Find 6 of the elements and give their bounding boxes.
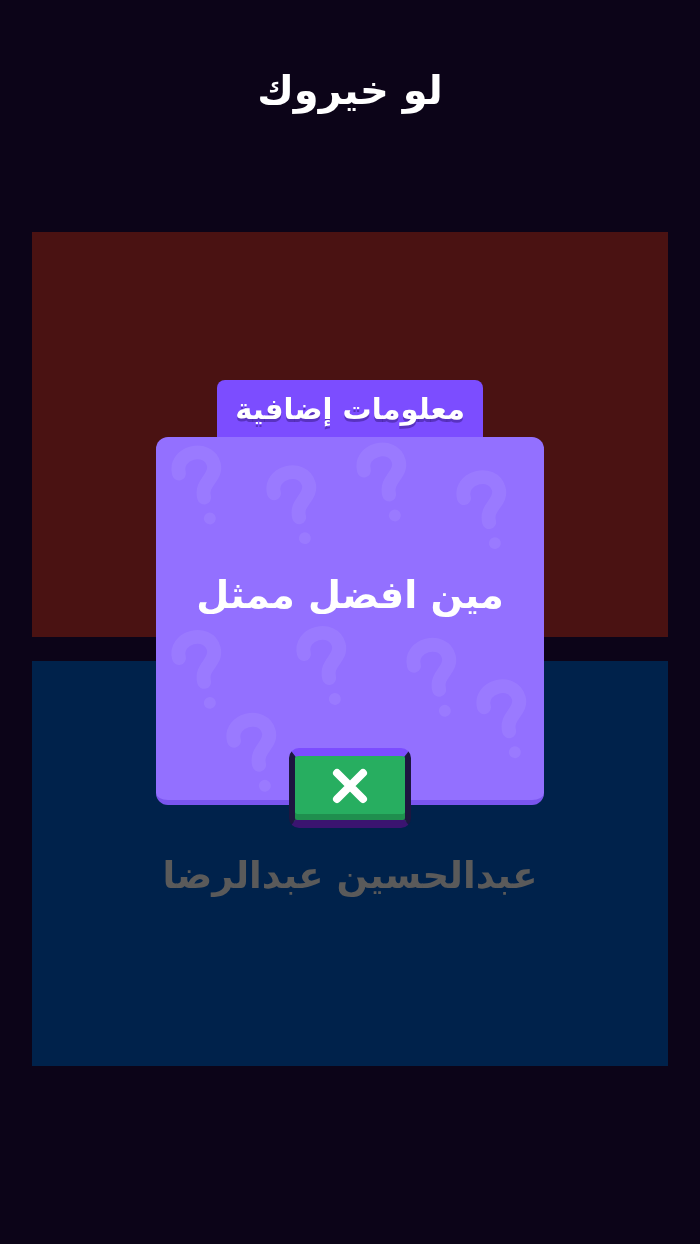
game-title: لو خيروك [257,66,443,116]
modal-message: مين افضل ممثل [196,572,504,619]
close-button[interactable] [289,748,411,828]
modal-header: معلومات إضافية [217,380,483,437]
option-text: عبدالحسين عبدالرضا [162,854,538,897]
close-icon [332,768,368,804]
